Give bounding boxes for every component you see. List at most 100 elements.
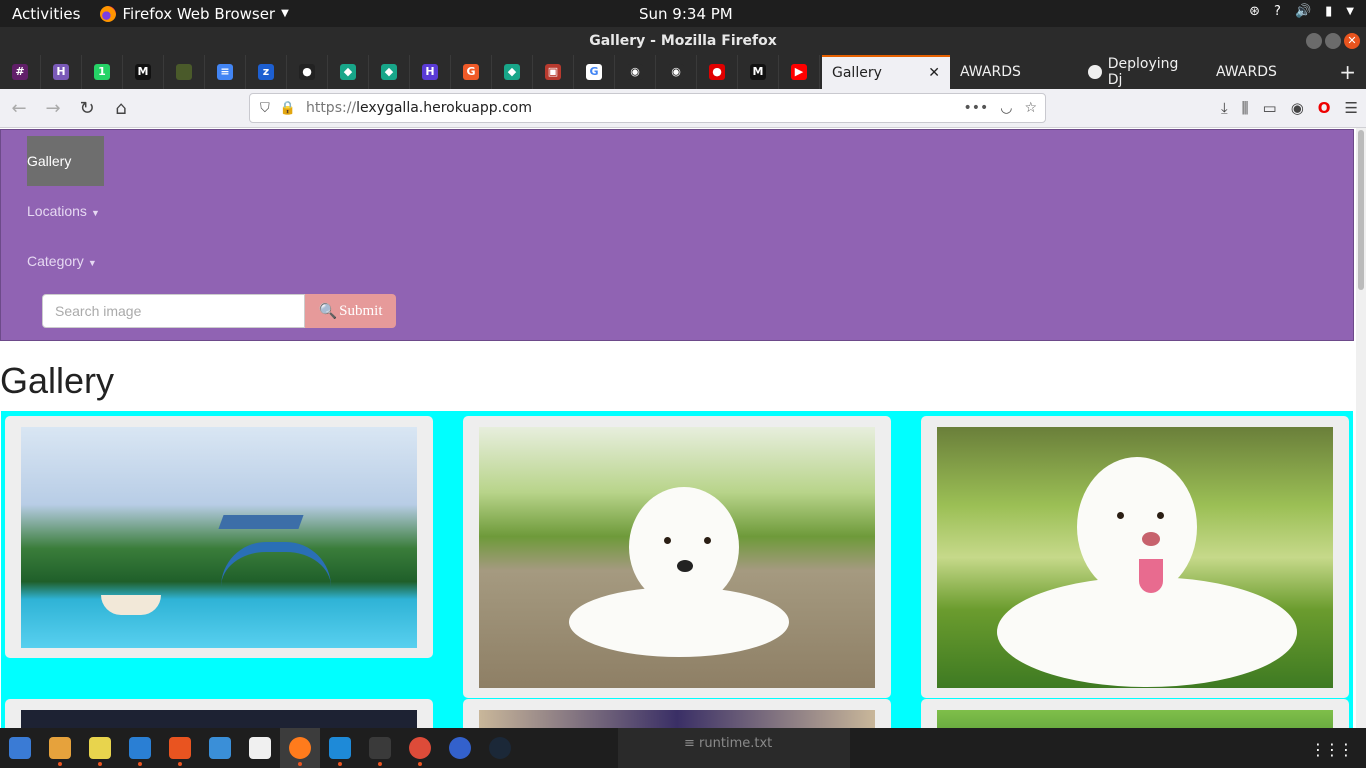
pool-resort-image[interactable] bbox=[21, 427, 417, 648]
pinned-tab[interactable]: G bbox=[574, 55, 615, 89]
pinned-tab[interactable]: ◉ bbox=[656, 55, 697, 89]
white-puppy-image[interactable] bbox=[479, 427, 875, 688]
close-window-button[interactable]: ✕ bbox=[1344, 33, 1360, 49]
pinned-tab[interactable]: M bbox=[738, 55, 779, 89]
help-tray-icon[interactable]: ? bbox=[1274, 4, 1281, 19]
pocket-icon[interactable]: ◡ bbox=[1000, 100, 1012, 116]
back-button[interactable]: ← bbox=[4, 98, 34, 119]
opera-extension-icon[interactable]: O bbox=[1318, 99, 1331, 117]
pinned-tab[interactable]: ▣ bbox=[533, 55, 574, 89]
bookmark-star-icon[interactable]: ☆ bbox=[1024, 100, 1037, 116]
gallery-grid bbox=[1, 411, 1353, 728]
pinned-tab[interactable]: ◉ bbox=[615, 55, 656, 89]
pinned-tab[interactable]: # bbox=[0, 55, 41, 89]
pinned-tab[interactable]: M bbox=[123, 55, 164, 89]
pinned-tab[interactable]: 1 bbox=[82, 55, 123, 89]
gallery-card[interactable] bbox=[921, 416, 1349, 698]
taskbar-app[interactable] bbox=[40, 728, 80, 768]
pinned-tab[interactable] bbox=[164, 55, 205, 89]
forward-button[interactable]: → bbox=[38, 98, 68, 119]
tracking-shield-icon[interactable]: ⛉ bbox=[260, 101, 270, 116]
scrollbar-thumb[interactable] bbox=[1358, 130, 1364, 290]
search-input[interactable] bbox=[42, 294, 305, 328]
taskbar-app[interactable] bbox=[400, 728, 440, 768]
url-bar-actions: ••• ◡ ☆ bbox=[963, 100, 1037, 116]
system-tray[interactable]: ⊛ ? 🔊 ▮ ▼ bbox=[1249, 4, 1354, 19]
url-scheme: https:// bbox=[305, 100, 357, 116]
submit-button[interactable]: 🔍 Submit bbox=[305, 294, 396, 328]
page-scrollbar[interactable] bbox=[1356, 128, 1366, 728]
gallery-card[interactable] bbox=[921, 699, 1349, 728]
taskbar-app[interactable] bbox=[200, 728, 240, 768]
pinned-tab[interactable]: ▶ bbox=[779, 55, 820, 89]
tab-awards-2[interactable]: AWARDS bbox=[1206, 55, 1334, 89]
pinned-tab[interactable]: H bbox=[41, 55, 82, 89]
battery-icon[interactable]: ▮ bbox=[1325, 4, 1332, 19]
activities-button[interactable]: Activities bbox=[12, 5, 80, 23]
taskbar: ≡ runtime.txt ⋮⋮⋮ bbox=[0, 728, 1366, 768]
white-dog-image[interactable] bbox=[937, 427, 1333, 688]
tab-strip: # H 1 M ≡ z ● ◆ ◆ H G ◆ ▣ G ◉ ◉ ● M ▶ Gallery ✕ AWARDS Dep… bbox=[0, 55, 1366, 89]
taskbar-app[interactable] bbox=[160, 728, 200, 768]
page-actions-icon[interactable]: ••• bbox=[963, 100, 988, 116]
downloads-icon[interactable]: ⤓ bbox=[1221, 99, 1228, 117]
minimize-button[interactable] bbox=[1306, 33, 1322, 49]
taskbar-app[interactable] bbox=[440, 728, 480, 768]
volume-icon[interactable]: 🔊 bbox=[1295, 4, 1311, 19]
clock[interactable]: Sun 9:34 PM bbox=[639, 5, 733, 23]
taskbar-app[interactable] bbox=[280, 728, 320, 768]
taskbar-app[interactable] bbox=[240, 728, 280, 768]
reload-button[interactable]: ↻ bbox=[72, 98, 102, 119]
taskbar-app[interactable] bbox=[320, 728, 360, 768]
running-indicator bbox=[378, 762, 382, 766]
pinned-tab[interactable]: ◆ bbox=[492, 55, 533, 89]
library-icon[interactable]: ⫼ bbox=[1242, 99, 1249, 117]
app-menu[interactable]: Firefox Web Browser ▼ bbox=[100, 5, 289, 23]
close-tab-icon[interactable]: ✕ bbox=[928, 65, 940, 81]
slack-icon: # bbox=[12, 64, 28, 80]
gallery-card[interactable] bbox=[463, 699, 891, 728]
taskbar-app[interactable] bbox=[480, 728, 520, 768]
running-indicator bbox=[178, 762, 182, 766]
pinned-tab[interactable]: ◆ bbox=[328, 55, 369, 89]
pinned-tab[interactable]: ● bbox=[697, 55, 738, 89]
steam-tray-icon[interactable]: ⊛ bbox=[1249, 4, 1260, 19]
maximize-button[interactable] bbox=[1325, 33, 1341, 49]
new-tab-button[interactable]: + bbox=[1339, 60, 1356, 84]
category-dropdown[interactable]: Category ▼ bbox=[27, 253, 97, 269]
window-controls: ✕ bbox=[1306, 33, 1360, 49]
taskbar-app[interactable] bbox=[360, 728, 400, 768]
show-applications-icon[interactable]: ⋮⋮⋮ bbox=[1310, 740, 1354, 759]
brand-link[interactable]: Gallery bbox=[27, 136, 104, 186]
taskbar-app[interactable] bbox=[80, 728, 120, 768]
sidebar-icon[interactable]: ▭ bbox=[1263, 99, 1277, 117]
rhythmbox-icon bbox=[89, 737, 111, 759]
gallery-card[interactable] bbox=[5, 699, 433, 728]
home-button[interactable]: ⌂ bbox=[106, 98, 136, 119]
pinned-tab[interactable]: H bbox=[410, 55, 451, 89]
url-bar[interactable]: ⛉ 🔒 https://lexygalla.herokuapp.com ••• … bbox=[249, 93, 1046, 123]
gallery-card[interactable] bbox=[463, 416, 891, 698]
gallery-image[interactable] bbox=[479, 710, 875, 728]
lock-icon[interactable]: 🔒 bbox=[280, 101, 296, 116]
gallery-image[interactable] bbox=[937, 710, 1333, 728]
gallery-image[interactable] bbox=[21, 710, 417, 728]
dog-body-shape bbox=[997, 577, 1297, 687]
url-text[interactable]: https://lexygalla.herokuapp.com bbox=[306, 100, 532, 116]
pinned-tab[interactable]: G bbox=[451, 55, 492, 89]
menu-hamburger-icon[interactable]: ☰ bbox=[1345, 99, 1358, 117]
tab-deploying[interactable]: Deploying Dj bbox=[1078, 55, 1206, 89]
locations-dropdown[interactable]: Locations ▼ bbox=[27, 203, 100, 219]
tab-awards[interactable]: AWARDS bbox=[950, 55, 1078, 89]
account-icon[interactable]: ◉ bbox=[1291, 99, 1304, 117]
pinned-tab[interactable]: ◆ bbox=[369, 55, 410, 89]
system-menu-caret-icon[interactable]: ▼ bbox=[1346, 6, 1354, 17]
pinned-tab[interactable]: ≡ bbox=[205, 55, 246, 89]
gallery-card[interactable] bbox=[5, 416, 433, 658]
tab-gallery[interactable]: Gallery ✕ bbox=[822, 55, 950, 89]
taskbar-app[interactable] bbox=[120, 728, 160, 768]
pinned-tab[interactable]: z bbox=[246, 55, 287, 89]
pinned-tab[interactable]: ● bbox=[287, 55, 328, 89]
runtime-window-preview[interactable]: ≡ runtime.txt bbox=[618, 728, 850, 768]
taskbar-app[interactable] bbox=[0, 728, 40, 768]
